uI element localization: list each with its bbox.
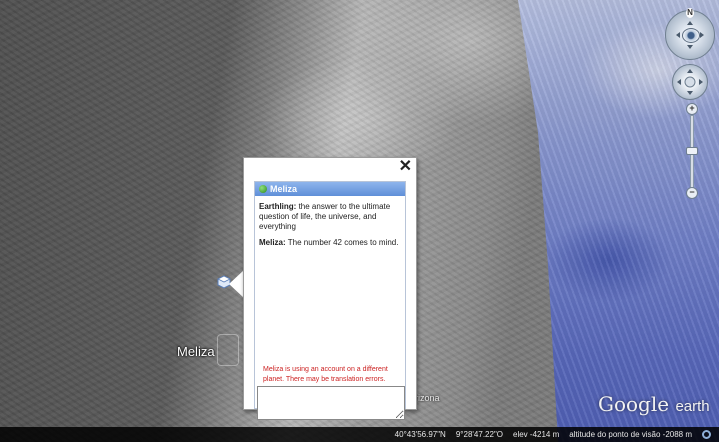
- elevation-readout: elev -4214 m: [513, 430, 560, 439]
- chat-input[interactable]: [257, 386, 405, 420]
- move-arrows-icon: [677, 69, 703, 95]
- placemark-outline: [217, 334, 239, 366]
- chat-panel: Meliza Earthling: the answer to the ulti…: [254, 181, 406, 420]
- eye-icon: [682, 28, 700, 43]
- logo-google: Google: [598, 392, 670, 416]
- close-icon[interactable]: ✕: [399, 159, 412, 175]
- latitude-readout: 40°43'56.97"N: [394, 430, 446, 439]
- online-status-icon: [259, 185, 267, 193]
- place-label-fragment: rizona: [415, 393, 440, 403]
- contact-name: Meliza: [270, 184, 298, 194]
- move-control[interactable]: [672, 64, 708, 100]
- balloon-pointer: [229, 270, 244, 298]
- message-text: The number 42 comes to mind.: [287, 238, 399, 247]
- chat-message: Meliza: The number 42 comes to mind.: [259, 238, 401, 248]
- streaming-icon: [702, 430, 711, 439]
- zoom-in-button[interactable]: +: [686, 103, 698, 115]
- translation-warning: Meliza is using an account on a differen…: [263, 366, 388, 383]
- altitude-readout: altitude do ponto de visão -2088 m: [569, 430, 692, 439]
- zoom-slider[interactable]: + −: [686, 103, 698, 199]
- logo-earth: earth: [675, 398, 710, 415]
- chat-header: Meliza: [255, 182, 405, 196]
- look-control[interactable]: N: [665, 8, 715, 60]
- google-earth-logo: Google earth: [598, 392, 710, 416]
- message-sender: Earthling:: [259, 202, 297, 211]
- zoom-out-button[interactable]: −: [686, 187, 698, 199]
- longitude-readout: 9°28'47.22"O: [455, 430, 503, 439]
- placemark-label[interactable]: Meliza: [177, 344, 215, 359]
- zoom-thumb[interactable]: [686, 147, 698, 155]
- status-bar: 40°43'56.97"N 9°28'47.22"O elev -4214 m …: [0, 427, 719, 442]
- chat-balloon: ✕ Meliza Earthling: the answer to the ul…: [243, 157, 417, 420]
- chat-message: Earthling: the answer to the ultimate qu…: [259, 202, 401, 232]
- chat-messages: Earthling: the answer to the ultimate qu…: [255, 196, 405, 248]
- message-sender: Meliza:: [259, 238, 286, 247]
